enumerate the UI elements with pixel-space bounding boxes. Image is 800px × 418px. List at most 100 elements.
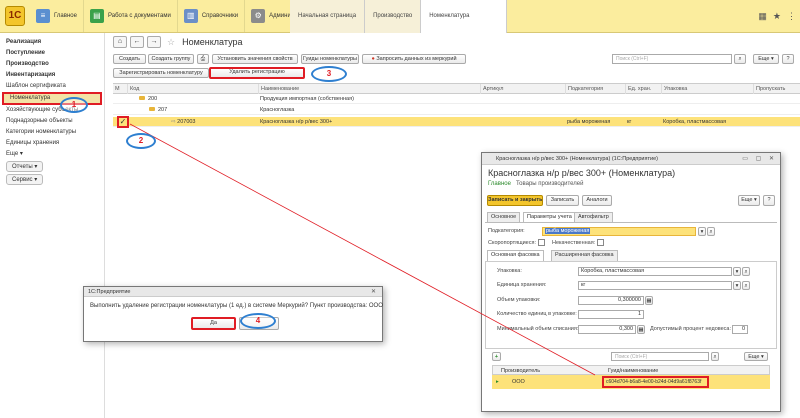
favorite-star-icon[interactable]: ☆	[167, 37, 175, 48]
subcategory-open-icon[interactable]: ⌕	[707, 227, 715, 236]
guid-button[interactable]: Гуиды номенклатуры	[301, 54, 359, 64]
service-button[interactable]: Сервис ▾	[6, 174, 44, 185]
form-nav-main[interactable]: Главное	[488, 181, 511, 187]
volume-calc-icon[interactable]: ▦	[645, 296, 653, 305]
grid-header: М Код Наименование Артикул Подкатегория …	[113, 83, 800, 94]
grid-icon[interactable]: ▦	[758, 11, 767, 22]
col-mark[interactable]: М	[113, 84, 127, 94]
package-field[interactable]: Коробка, пластмассовая	[578, 267, 732, 276]
item-form-titlebar: Красноглазка н/р р/вес 300+ (Номенклатур…	[482, 153, 780, 165]
col-article[interactable]: Артикул	[480, 84, 537, 94]
tab-divider	[485, 222, 777, 223]
package-dropdown-icon[interactable]: ▾	[733, 267, 741, 276]
search-input[interactable]: Поиск (Ctrl+F)	[612, 54, 732, 64]
section-home[interactable]: ≡ Главное	[30, 0, 84, 32]
page-title: Номенклатура	[182, 37, 243, 47]
dialog-close-icon[interactable]: ✕	[371, 287, 379, 297]
col-name[interactable]: Наименование	[258, 84, 480, 94]
sidebar-item-production[interactable]: Производство	[0, 59, 104, 70]
sidebar-item-sales[interactable]: Реализация	[0, 37, 104, 48]
min-volume-field[interactable]: 0,300	[578, 325, 636, 334]
unit-field[interactable]: кг	[578, 281, 732, 290]
form-more-button[interactable]: Еще ▾	[738, 195, 760, 206]
section-documents[interactable]: ▤ Работа с документами	[84, 0, 178, 32]
add-row-icon[interactable]: +	[492, 352, 501, 361]
table-row[interactable]: 200 Продукция импортная (собственная)	[113, 94, 800, 104]
forward-arrow-icon[interactable]: →	[147, 36, 161, 48]
book-icon: ▥	[183, 9, 198, 23]
row-name: Красноглазка	[260, 107, 295, 113]
search-icon[interactable]: ⌕	[734, 54, 746, 64]
create-button[interactable]: Создать	[113, 54, 146, 64]
app-logo[interactable]: 1С	[0, 0, 30, 32]
tab-basic-pack[interactable]: Основная фасовка	[487, 250, 544, 261]
sidebar-item-receipts[interactable]: Поступление	[0, 48, 104, 59]
window-controls[interactable]: ▭ ▢ ✕	[742, 153, 777, 165]
tab-nomenclature[interactable]: Номенклатура	[421, 0, 508, 33]
back-arrow-icon[interactable]: ←	[130, 36, 144, 48]
section-home-label: Главное	[54, 13, 77, 19]
help-button[interactable]: ?	[782, 54, 794, 64]
col-skip[interactable]: Пропускать	[753, 84, 800, 94]
col-code[interactable]: Код	[127, 84, 223, 94]
request-mercury-button[interactable]: ● Запросить данных из меркурий	[362, 54, 466, 64]
print-icon[interactable]: ⎙	[197, 54, 209, 64]
sidebar-item-more[interactable]: Еще ▾	[0, 149, 104, 160]
table-more-button[interactable]: Еще ▾	[744, 352, 768, 361]
form-nav-producers[interactable]: Товары производителей	[516, 181, 584, 187]
save-close-button[interactable]: Записать и закрыть	[487, 195, 543, 206]
form-help-button[interactable]: ?	[763, 195, 775, 206]
sidebar-item-categories[interactable]: Категории номенклатуры	[0, 127, 104, 138]
producer-guid[interactable]: c604d704-b6a8-4e00-b24d-04d9a61f8763f	[602, 376, 709, 388]
package-open-icon[interactable]: ⌕	[742, 267, 750, 276]
mark-checkbox[interactable]: ✓	[117, 116, 129, 128]
sidebar-item-business-entities[interactable]: Хозяйствующие субъекты	[0, 105, 104, 116]
form-search-icon[interactable]: ⌕	[711, 352, 719, 361]
folder-icon	[149, 107, 155, 111]
dialog-title: 1С:Предприятие	[88, 289, 131, 295]
tab-start-page[interactable]: Начальная страница	[290, 0, 366, 33]
tab-production[interactable]: Производство	[365, 0, 422, 33]
tab-accounting[interactable]: Параметры учета	[523, 212, 576, 222]
col-subcategory[interactable]: Подкатегория	[565, 84, 623, 94]
subcategory-dropdown-icon[interactable]: ▾	[698, 227, 706, 236]
sidebar-item-storage-units[interactable]: Единицы хранения	[0, 138, 104, 149]
form-search-input[interactable]: Поиск (Ctrl+F)	[611, 352, 709, 361]
mercury-icon: ●	[371, 56, 375, 62]
defective-checkbox[interactable]	[597, 239, 605, 247]
perishable-checkbox[interactable]	[538, 239, 546, 247]
subcategory-field[interactable]: рыба мороженая	[542, 227, 696, 236]
col-unit[interactable]: Ед. хран.	[625, 84, 665, 94]
unit-open-icon[interactable]: ⌕	[742, 281, 750, 290]
dialog-yes-button[interactable]: Да	[191, 317, 236, 330]
reports-button[interactable]: Отчеты ▾	[6, 161, 44, 172]
volume-field[interactable]: 0,300000	[578, 296, 644, 305]
row-marker-icon: ▸	[496, 379, 499, 385]
delete-registration-button[interactable]: Удалить регистрацию	[209, 67, 305, 79]
underweight-field[interactable]: 0	[732, 325, 748, 334]
table-row-selected[interactable]: ✓ ⇨ 207003 Красноглазка н/р р/вес 300+ р…	[113, 116, 800, 128]
sidebar-item-supervised-objects[interactable]: Поднадзорные объекты	[0, 116, 104, 127]
star-icon[interactable]: ★	[773, 11, 781, 22]
tab-autofilter[interactable]: Автофильтр	[574, 212, 613, 222]
save-button[interactable]: Записать	[546, 195, 579, 206]
min-volume-calc-icon[interactable]: ▦	[637, 325, 645, 334]
create-group-button[interactable]: Создать группу	[148, 54, 194, 64]
menu-icon[interactable]: ⋮	[787, 11, 796, 22]
register-button[interactable]: Зарегистрировать номенклатуру	[113, 68, 209, 78]
analogs-button[interactable]: Аналоги	[582, 195, 612, 206]
section-catalogs[interactable]: ▥ Справочники	[178, 0, 246, 32]
sidebar-item-inventory[interactable]: Инвентаризация	[0, 70, 104, 81]
tab-extended-pack[interactable]: Расширенная фасовка	[551, 250, 618, 261]
tab-main[interactable]: Основное	[487, 212, 521, 222]
producer-row[interactable]: ▸ ООО c604d704-b6a8-4e00-b24d-04d9a61f87…	[492, 375, 770, 389]
more-button[interactable]: Еще ▾	[753, 54, 779, 64]
unit-dropdown-icon[interactable]: ▾	[733, 281, 741, 290]
set-properties-button[interactable]: Установить значения свойств	[212, 54, 298, 64]
col-package[interactable]: Упаковка	[661, 84, 751, 94]
table-row[interactable]: 207 Красноглазка	[113, 105, 800, 115]
home-nav-icon[interactable]: ⌂	[113, 36, 127, 48]
qty-field[interactable]: 1	[578, 310, 644, 319]
sidebar-item-cert-template[interactable]: Шаблон сертификата	[0, 81, 104, 92]
row-name: Красноглазка н/р р/вес 300+	[260, 119, 333, 125]
